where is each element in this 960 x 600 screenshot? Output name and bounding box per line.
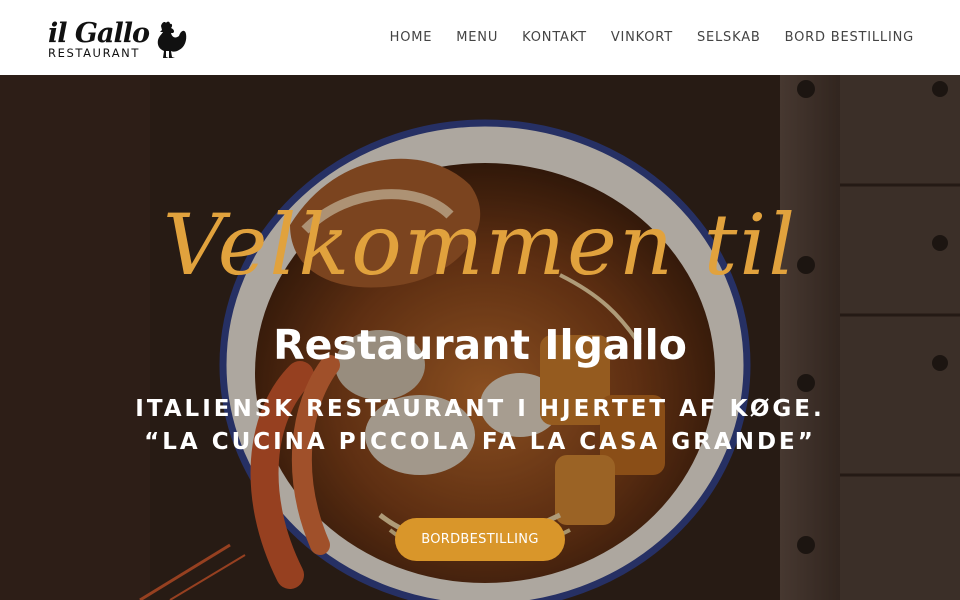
nav-item-menu[interactable]: MENU [456,30,498,45]
rooster-icon [157,21,187,58]
hero-section: Velkommen til Restaurant Ilgallo ITALIEN… [0,75,960,600]
nav-item-home[interactable]: HOME [390,30,433,45]
main-nav: HOME MENU KONTAKT VINKORT SELSKAB BORD B… [366,30,914,45]
logo-text: il Gallo RESTAURANT [48,18,150,60]
hero-title: Restaurant Ilgallo [273,321,687,369]
nav-item-selskab[interactable]: SELSKAB [697,30,761,45]
site-header: il Gallo RESTAURANT HOME MENU KONTAKT VI… [0,0,960,75]
hero-tagline-line2: “LA CUCINA PICCOLA FA LA CASA GRANDE” [144,429,816,455]
nav-item-kontakt[interactable]: KONTAKT [522,30,587,45]
nav-item-bord-bestilling[interactable]: BORD BESTILLING [785,30,914,45]
nav-item-vinkort[interactable]: VINKORT [611,30,673,45]
bordbestilling-button[interactable]: BORDBESTILLING [395,518,565,561]
logo-subtitle: RESTAURANT [48,46,140,60]
hero-welcome-script: Velkommen til [162,196,798,294]
logo-script-text: il Gallo [48,18,150,49]
hero-tagline: ITALIENSK RESTAURANT I HJERTET AF KØGE. … [0,393,960,459]
hero-tagline-line1: ITALIENSK RESTAURANT I HJERTET AF KØGE. [135,396,825,422]
logo[interactable]: il Gallo RESTAURANT [48,16,187,60]
